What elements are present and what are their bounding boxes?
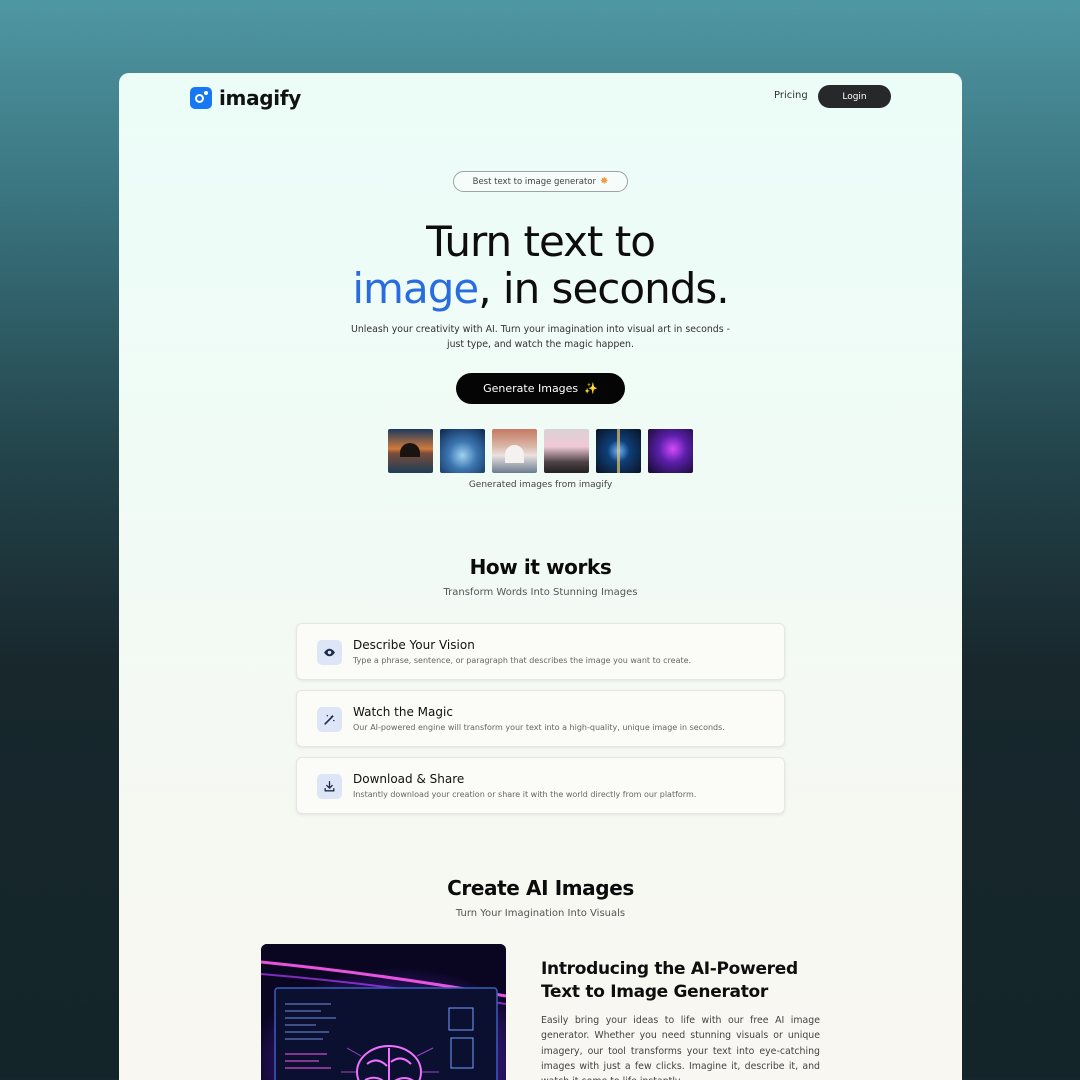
login-button[interactable]: Login	[818, 85, 891, 108]
hero-title: Turn text to image, in seconds.	[119, 218, 962, 312]
sample-image-temple-sunset	[388, 429, 433, 473]
step-title: Download & Share	[353, 772, 465, 786]
sample-image-corridor	[596, 429, 641, 473]
step-card-magic: Watch the Magic Our AI-powered engine wi…	[296, 690, 785, 747]
create-ai-images-title: Create AI Images	[447, 876, 634, 900]
sample-images-caption: Generated images from imagify	[468, 480, 613, 490]
feature-title: Introducing the AI-Powered Text to Image…	[541, 959, 798, 1002]
sample-image-neon-room	[648, 429, 693, 473]
step-card-download: Download & Share Instantly download your…	[296, 757, 785, 814]
hero-title-line1: Turn text to	[426, 217, 656, 266]
sparkles-icon: ✨	[584, 382, 598, 395]
create-ai-images-subtitle: Turn Your Imagination Into Visuals	[455, 908, 626, 919]
sample-image-blue-forest	[440, 429, 485, 473]
step-title: Describe Your Vision	[353, 638, 475, 652]
hero-subtitle: Unleash your creativity with AI. Turn yo…	[350, 324, 731, 350]
step-description: Our AI-powered engine will transform you…	[353, 723, 725, 732]
step-card-describe: Describe Your Vision Type a phrase, sent…	[296, 623, 785, 680]
sample-image-taj-mahal	[492, 429, 537, 473]
step-description: Instantly download your creation or shar…	[353, 790, 697, 799]
star-icon: ✸	[600, 176, 609, 187]
hero-badge-label: Best text to image generator	[472, 176, 596, 187]
eye-icon	[317, 640, 342, 665]
sample-images	[388, 429, 693, 473]
brand-name: imagify	[219, 86, 302, 110]
feature-image-ai-brain	[261, 944, 506, 1080]
logo-icon	[190, 87, 212, 109]
brand-logo[interactable]: imagify	[190, 86, 301, 110]
hero-title-rest: , in seconds.	[478, 264, 729, 313]
nav-pricing-link[interactable]: Pricing	[774, 90, 808, 101]
step-title: Watch the Magic	[353, 705, 453, 719]
page-card: imagify Pricing Login Best text to image…	[119, 73, 962, 1080]
generate-images-button[interactable]: Generate Images ✨	[456, 373, 625, 404]
how-it-works-subtitle: Transform Words Into Stunning Images	[443, 587, 638, 598]
feature-description: Easily bring your ideas to life with our…	[541, 1015, 820, 1080]
hero-title-highlight: image	[352, 264, 479, 313]
step-description: Type a phrase, sentence, or paragraph th…	[353, 656, 692, 665]
download-icon	[317, 774, 342, 799]
generate-images-label: Generate Images	[483, 382, 579, 395]
hero-badge: Best text to image generator ✸	[453, 171, 628, 192]
magic-wand-icon	[317, 707, 342, 732]
how-it-works-title: How it works	[469, 555, 612, 579]
sample-image-cherry-blossom	[544, 429, 589, 473]
